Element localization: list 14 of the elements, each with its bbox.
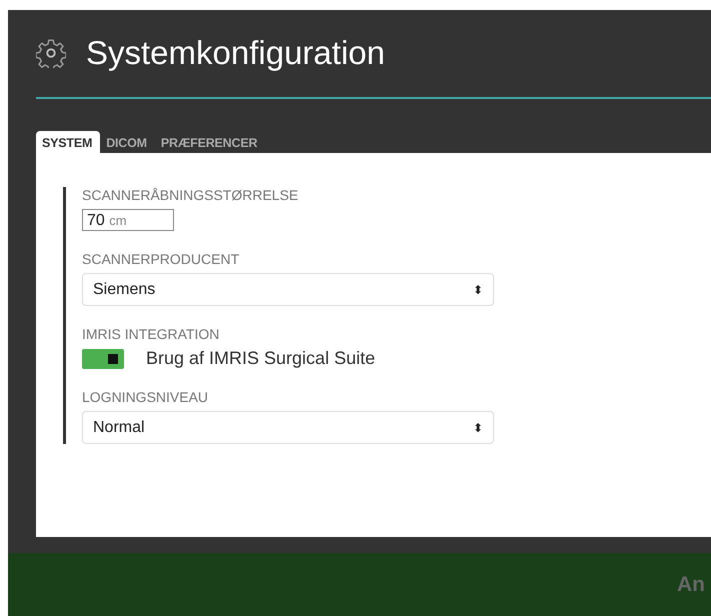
toggle-label: Brug af IMRIS Surgical Suite	[146, 348, 376, 369]
field-label: IMRIS INTEGRATION	[82, 326, 220, 342]
number-field[interactable]: 70 cm	[82, 209, 174, 231]
field-label: SCANNERPRODUCENT	[82, 251, 240, 267]
field-label: LOGNINGSNIVEAU	[82, 389, 210, 405]
dropdown[interactable]: Siemens ⬍	[82, 273, 494, 306]
dropdown[interactable]: Normal ⬍	[82, 411, 494, 444]
tab[interactable]: PRÆFERENCER	[154, 132, 266, 153]
tab[interactable]: DICOM	[100, 132, 155, 153]
tab[interactable]: SYSTEM	[36, 131, 100, 153]
field-label: SCANNERÅBNINGSSTØRRELSE	[82, 187, 300, 203]
toggle-switch[interactable]	[82, 348, 124, 368]
window-title: Systemkonfiguration	[86, 34, 385, 72]
settings-icon	[36, 38, 66, 68]
